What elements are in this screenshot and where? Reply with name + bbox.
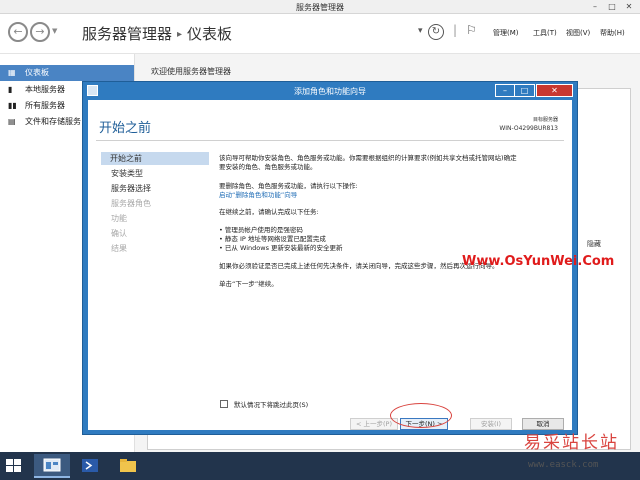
file-explorer-icon — [120, 459, 136, 472]
window-title: 服务器管理器 — [296, 3, 344, 12]
server-manager-icon — [43, 458, 61, 472]
storage-icon: ▤ — [8, 117, 16, 126]
remove-roles-link[interactable]: 启动“删除角色和功能”向导 — [219, 189, 297, 199]
breadcrumb-root[interactable]: 服务器管理器 — [82, 25, 172, 43]
tasks-intro: 在继续之前，请确认完成以下任务: — [219, 208, 319, 216]
target-server-label: 目标服务器 — [532, 117, 558, 123]
target-server-name: WIN-O4299BUR813 — [499, 125, 558, 132]
wizard-maximize-button[interactable]: □ — [515, 84, 535, 97]
powershell-icon — [82, 459, 98, 472]
watermark-site-text: Www.OsYunWei.Com — [462, 254, 615, 269]
title-bar: 服务器管理器 – □ ✕ — [0, 0, 640, 14]
back-icon[interactable]: ← — [8, 22, 28, 42]
wizard-close-button[interactable]: ✕ — [536, 84, 573, 97]
sidebar-item-label: 所有服务器 — [25, 101, 65, 110]
close-button[interactable]: ✕ — [622, 1, 636, 12]
wizard-title-bar: 添加角色和功能向导 – □ ✕ — [83, 82, 577, 100]
intro-text-line2: 要安装的角色、角色服务或功能。 — [219, 163, 317, 171]
taskbar-server-manager[interactable] — [34, 454, 70, 478]
minimize-button[interactable]: – — [588, 1, 602, 12]
add-roles-wizard-dialog: 添加角色和功能向导 – □ ✕ 开始之前 目标服务器 WIN-O4299BUR8… — [82, 81, 614, 435]
install-button: 安装(I) — [470, 418, 512, 430]
skip-page-label[interactable]: 默认情况下将跳过此页(S) — [234, 399, 308, 409]
history-dropdown-icon[interactable]: ▼ — [52, 27, 57, 35]
refresh-icon[interactable]: ↻ — [428, 24, 444, 40]
header-bar: ← → ▼ 服务器管理器 ▸ 仪表板 ▾ ↻ | ⚐ 管理(M) 工具(T) 视图(… — [0, 14, 640, 54]
step-before-you-begin[interactable]: 开始之前 — [101, 152, 209, 165]
site-logo-url: www.easck.com — [528, 460, 599, 470]
verify-text: 如果你必须验证是否已完成上述任何先决条件，请关闭向导，完成这些步骤，然后再次运行… — [219, 262, 499, 270]
wizard-footer: < 上一步(P) 下一步(N) > 安装(I) 取消 — [88, 418, 572, 430]
server-icon: ▮ — [8, 85, 13, 94]
sidebar-item-dashboard[interactable]: ▦ 仪表板 — [0, 65, 134, 81]
welcome-title: 欢迎使用服务器管理器 — [151, 67, 231, 76]
breadcrumb: 服务器管理器 ▸ 仪表板 — [82, 23, 232, 44]
previous-button: < 上一步(P) — [350, 418, 398, 430]
highlight-circle — [390, 403, 452, 428]
wizard-minimize-button[interactable]: – — [495, 84, 515, 97]
step-results: 结果 — [111, 244, 127, 253]
notifications-flag-icon[interactable]: ⚐ — [466, 23, 477, 37]
step-confirmation: 确认 — [111, 229, 127, 238]
wizard-divider — [96, 140, 564, 141]
sidebar-item-label: 仪表板 — [25, 68, 49, 77]
step-server-roles: 服务器角色 — [111, 199, 151, 208]
hide-link[interactable]: 隐藏 — [587, 239, 601, 249]
next-hint: 单击“下一步”继续。 — [219, 280, 278, 288]
skip-page-checkbox[interactable] — [220, 400, 228, 408]
breadcrumb-current: 仪表板 — [187, 25, 233, 43]
servers-icon: ▮▮ — [8, 101, 17, 110]
site-logo-text: 易采站长站 — [524, 433, 619, 453]
menu-view[interactable]: 视图(V) — [566, 28, 590, 38]
step-features: 功能 — [111, 214, 127, 223]
dropdown-icon[interactable]: ▾ — [418, 26, 423, 36]
dashboard-icon: ▦ — [8, 68, 16, 77]
sidebar-item-label: 本地服务器 — [25, 85, 65, 94]
step-installation-type[interactable]: 安装类型 — [111, 168, 143, 179]
sidebar-item-label: 文件和存储服务 — [25, 117, 81, 126]
wizard-body: 开始之前 目标服务器 WIN-O4299BUR813 开始之前 安装类型 服务器… — [88, 100, 614, 430]
menu-manage[interactable]: 管理(M) — [493, 28, 519, 38]
maximize-button[interactable]: □ — [605, 1, 619, 12]
taskbar-powershell[interactable] — [72, 454, 108, 478]
wizard-heading: 开始之前 — [99, 121, 152, 136]
task-item: • 已从 Windows 更新安装最新的安全更新 — [219, 244, 343, 252]
menu-help[interactable]: 帮助(H) — [600, 28, 625, 38]
menu-tools[interactable]: 工具(T) — [533, 28, 557, 38]
windows-start-icon[interactable] — [6, 459, 22, 473]
divider-icon: | — [453, 23, 458, 37]
taskbar-file-explorer[interactable] — [110, 454, 146, 478]
forward-icon[interactable]: → — [30, 22, 50, 42]
step-server-selection[interactable]: 服务器选择 — [111, 183, 151, 194]
breadcrumb-separator-icon: ▸ — [177, 29, 183, 40]
